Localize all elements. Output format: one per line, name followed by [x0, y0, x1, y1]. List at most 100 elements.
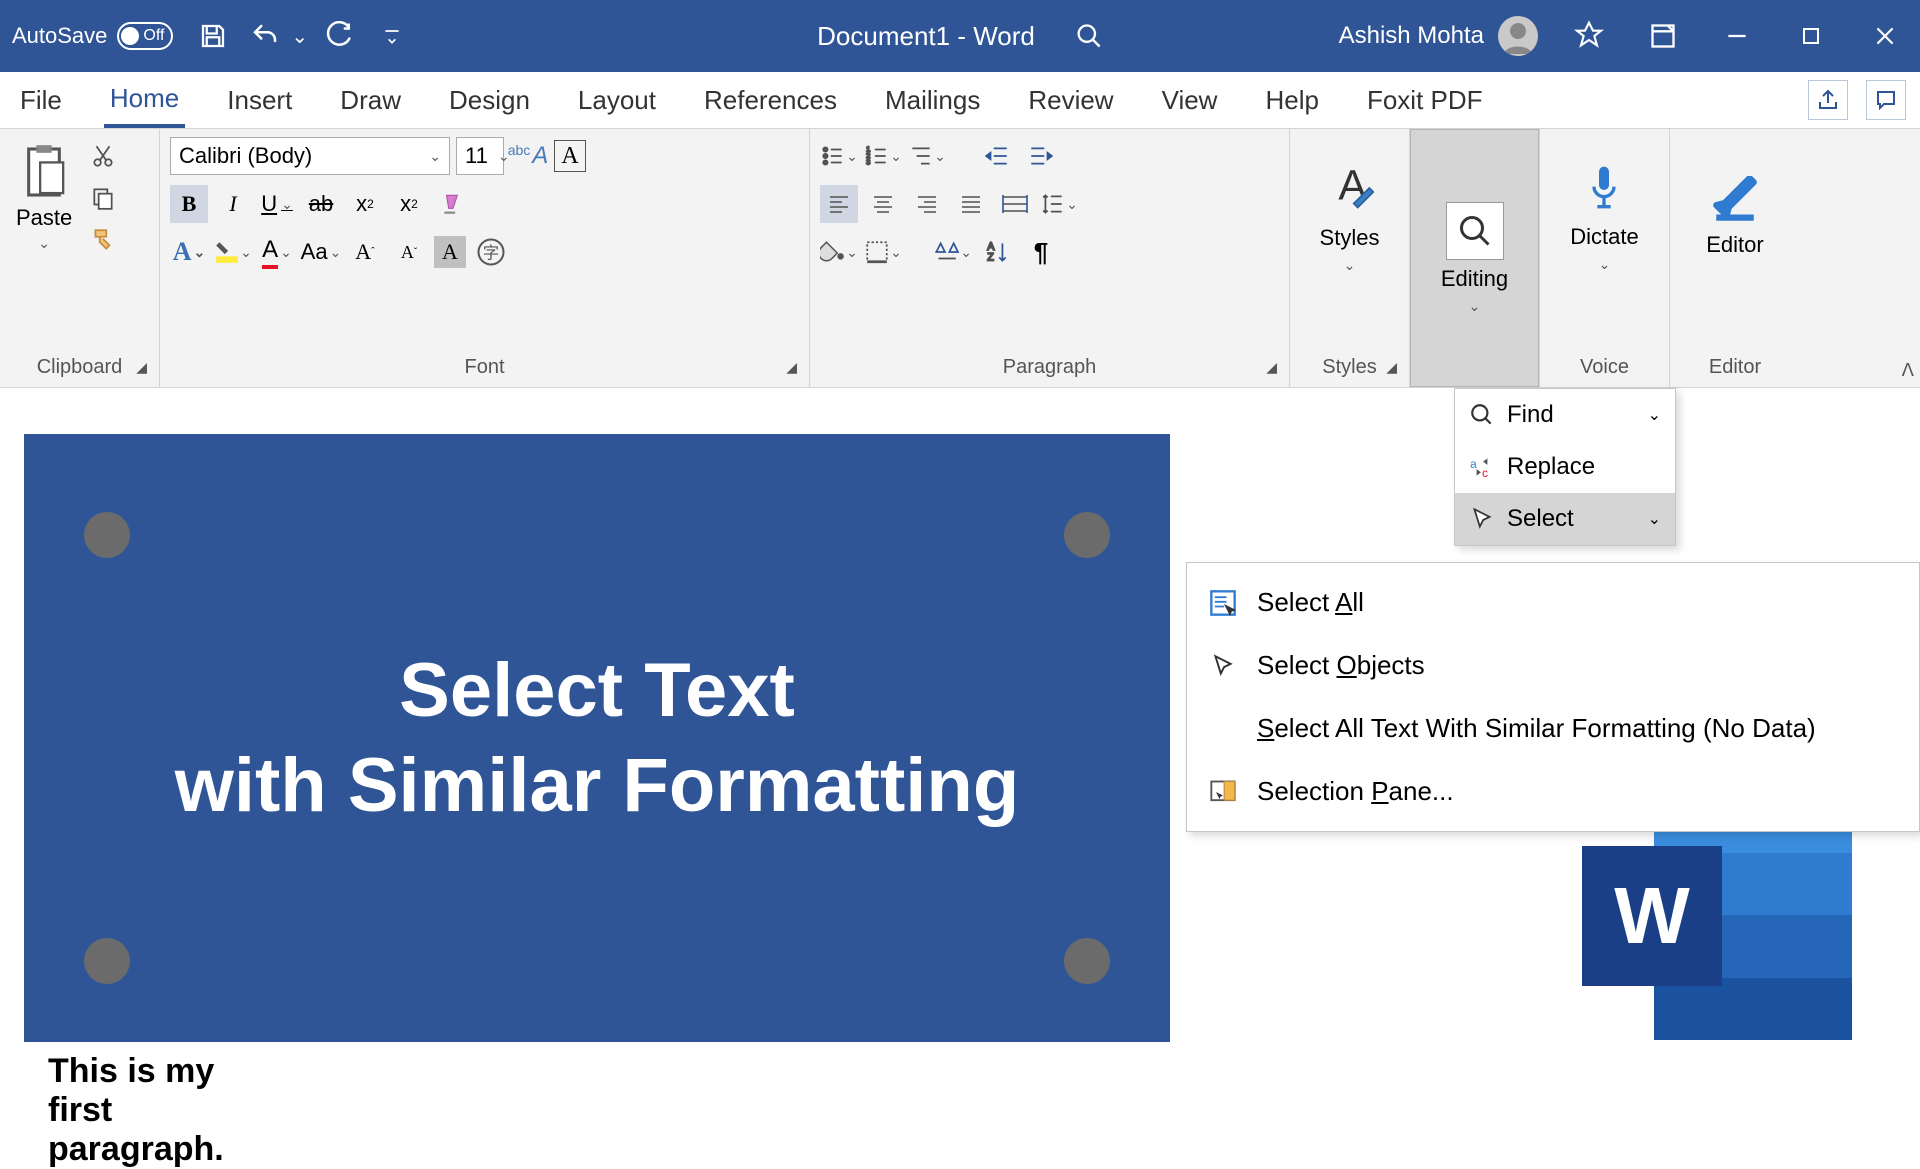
character-shading-button[interactable]: A [434, 236, 466, 268]
selection-handle-icon[interactable] [84, 938, 130, 984]
ribbon: Paste ⌄ Clipboard ◢ [0, 128, 1920, 388]
select-submenu: Select All Select Objects Select All Tex… [1186, 562, 1920, 832]
justify-button[interactable] [952, 185, 990, 223]
tab-insert[interactable]: Insert [221, 75, 298, 126]
styles-launcher[interactable]: ◢ [1386, 359, 1397, 376]
multilevel-list-button[interactable]: ⌄ [908, 137, 946, 175]
selection-handle-icon[interactable] [1064, 938, 1110, 984]
redo-button[interactable] [320, 16, 360, 56]
select-objects-item[interactable]: Select Objects [1187, 634, 1919, 697]
change-case-button[interactable]: Aa⌄ [302, 233, 340, 271]
tab-mailings[interactable]: Mailings [879, 75, 986, 126]
tab-home[interactable]: Home [104, 73, 185, 128]
copy-button[interactable] [84, 179, 122, 217]
group-font: Calibri (Body) ⌄ 11 ⌄ abc A A B I U⌄ ab … [160, 129, 810, 387]
document-paragraph[interactable]: This is my first paragraph. [48, 1052, 224, 1169]
clear-formatting-button[interactable]: abc A [510, 137, 548, 175]
format-painter-button[interactable] [84, 221, 122, 259]
select-similar-label: Select All Text With Similar Formatting … [1257, 713, 1816, 744]
select-all-icon [1207, 589, 1239, 617]
text-effects-clear-button[interactable] [434, 185, 472, 223]
align-left-button[interactable] [820, 185, 858, 223]
comments-button[interactable] [1866, 80, 1906, 120]
paste-button[interactable]: Paste ⌄ [10, 137, 78, 258]
bold-button[interactable]: B [170, 185, 208, 223]
sort-button[interactable]: AZ [978, 233, 1016, 271]
editing-button[interactable]: Editing ⌄ [1410, 129, 1539, 387]
grow-font-button[interactable]: Aˆ [346, 233, 384, 271]
select-similar-formatting-item[interactable]: Select All Text With Similar Formatting … [1187, 697, 1919, 760]
select-menu-item[interactable]: Select ⌄ [1455, 493, 1675, 545]
collapse-ribbon-button[interactable]: ᐱ [1902, 360, 1914, 381]
editor-button[interactable]: Editor [1692, 137, 1778, 297]
find-menu-item[interactable]: Find ⌄ [1455, 389, 1675, 441]
paragraph-group-label: Paragraph ◢ [820, 352, 1279, 383]
font-launcher[interactable]: ◢ [786, 359, 797, 376]
highlight-button[interactable]: ⌄ [214, 233, 252, 271]
align-right-button[interactable] [908, 185, 946, 223]
strikethrough-button[interactable]: ab [302, 185, 340, 223]
underline-button[interactable]: U⌄ [258, 185, 296, 223]
select-all-item[interactable]: Select All [1187, 571, 1919, 634]
font-color-button[interactable]: A⌄ [258, 233, 296, 271]
premium-icon[interactable] [1566, 16, 1612, 56]
tab-references[interactable]: References [698, 75, 843, 126]
svg-text:Z: Z [987, 252, 994, 264]
tab-view[interactable]: View [1156, 75, 1224, 126]
character-border-button[interactable]: A [554, 140, 586, 172]
save-button[interactable] [193, 16, 233, 56]
numbering-button[interactable]: 123⌄ [864, 137, 902, 175]
undo-dropdown-icon[interactable]: ⌄ [291, 24, 308, 49]
selection-pane-icon [1207, 778, 1239, 806]
enclose-characters-button[interactable]: 字 [472, 233, 510, 271]
ribbon-display-icon[interactable] [1640, 16, 1686, 56]
selection-pane-item[interactable]: Selection Pane... [1187, 760, 1919, 823]
find-label: Find [1507, 401, 1554, 429]
tab-file[interactable]: File [14, 75, 68, 126]
align-center-button[interactable] [864, 185, 902, 223]
distributed-button[interactable] [996, 185, 1034, 223]
shading-button[interactable]: ⌄ [820, 233, 858, 271]
increase-indent-button[interactable] [1022, 137, 1060, 175]
text-effects-button[interactable]: A⌄ [170, 233, 208, 271]
paragraph-launcher[interactable]: ◢ [1266, 359, 1277, 376]
editor-label: Editor [1706, 232, 1763, 258]
selection-handle-icon[interactable] [1064, 512, 1110, 558]
subscript-button[interactable]: x2 [346, 185, 384, 223]
undo-button[interactable] [245, 16, 285, 56]
replace-menu-item[interactable]: ac Replace [1455, 441, 1675, 493]
tab-review[interactable]: Review [1022, 75, 1119, 126]
decrease-indent-button[interactable] [978, 137, 1016, 175]
line-spacing-button[interactable]: ⌄ [1040, 185, 1078, 223]
shrink-font-button[interactable]: Aˇ [390, 233, 428, 271]
font-name-combo[interactable]: Calibri (Body) ⌄ [170, 137, 450, 175]
tab-layout[interactable]: Layout [572, 75, 662, 126]
customize-qat-button[interactable] [372, 16, 412, 56]
banner-shape[interactable]: Select Text with Similar Formatting [24, 434, 1170, 1042]
user-account[interactable]: Ashish Mohta [1339, 16, 1538, 56]
minimize-button[interactable] [1714, 16, 1760, 56]
tab-help[interactable]: Help [1259, 75, 1324, 126]
show-hide-button[interactable]: ¶ [1022, 233, 1060, 271]
tab-draw[interactable]: Draw [334, 75, 407, 126]
dictate-button[interactable]: Dictate ⌄ [1558, 137, 1650, 297]
cut-button[interactable] [84, 137, 122, 175]
tab-foxit[interactable]: Foxit PDF [1361, 75, 1489, 126]
share-button[interactable] [1808, 80, 1848, 120]
close-button[interactable] [1862, 16, 1908, 56]
clipboard-launcher[interactable]: ◢ [136, 359, 147, 376]
maximize-button[interactable] [1788, 16, 1834, 56]
search-icon[interactable] [1075, 22, 1103, 50]
italic-button[interactable]: I [214, 185, 252, 223]
paste-label: Paste [16, 205, 72, 231]
superscript-button[interactable]: x2 [390, 185, 428, 223]
bullets-button[interactable]: ⌄ [820, 137, 858, 175]
tab-design[interactable]: Design [443, 75, 536, 126]
styles-button[interactable]: A Styles ⌄ [1307, 137, 1393, 297]
asian-layout-button[interactable]: ⌄ [934, 233, 972, 271]
autosave-toggle[interactable]: AutoSave Off [12, 22, 173, 50]
borders-button[interactable]: ⌄ [864, 233, 902, 271]
font-size-value: 11 [465, 143, 488, 169]
font-size-combo[interactable]: 11 ⌄ [456, 137, 504, 175]
selection-handle-icon[interactable] [84, 512, 130, 558]
